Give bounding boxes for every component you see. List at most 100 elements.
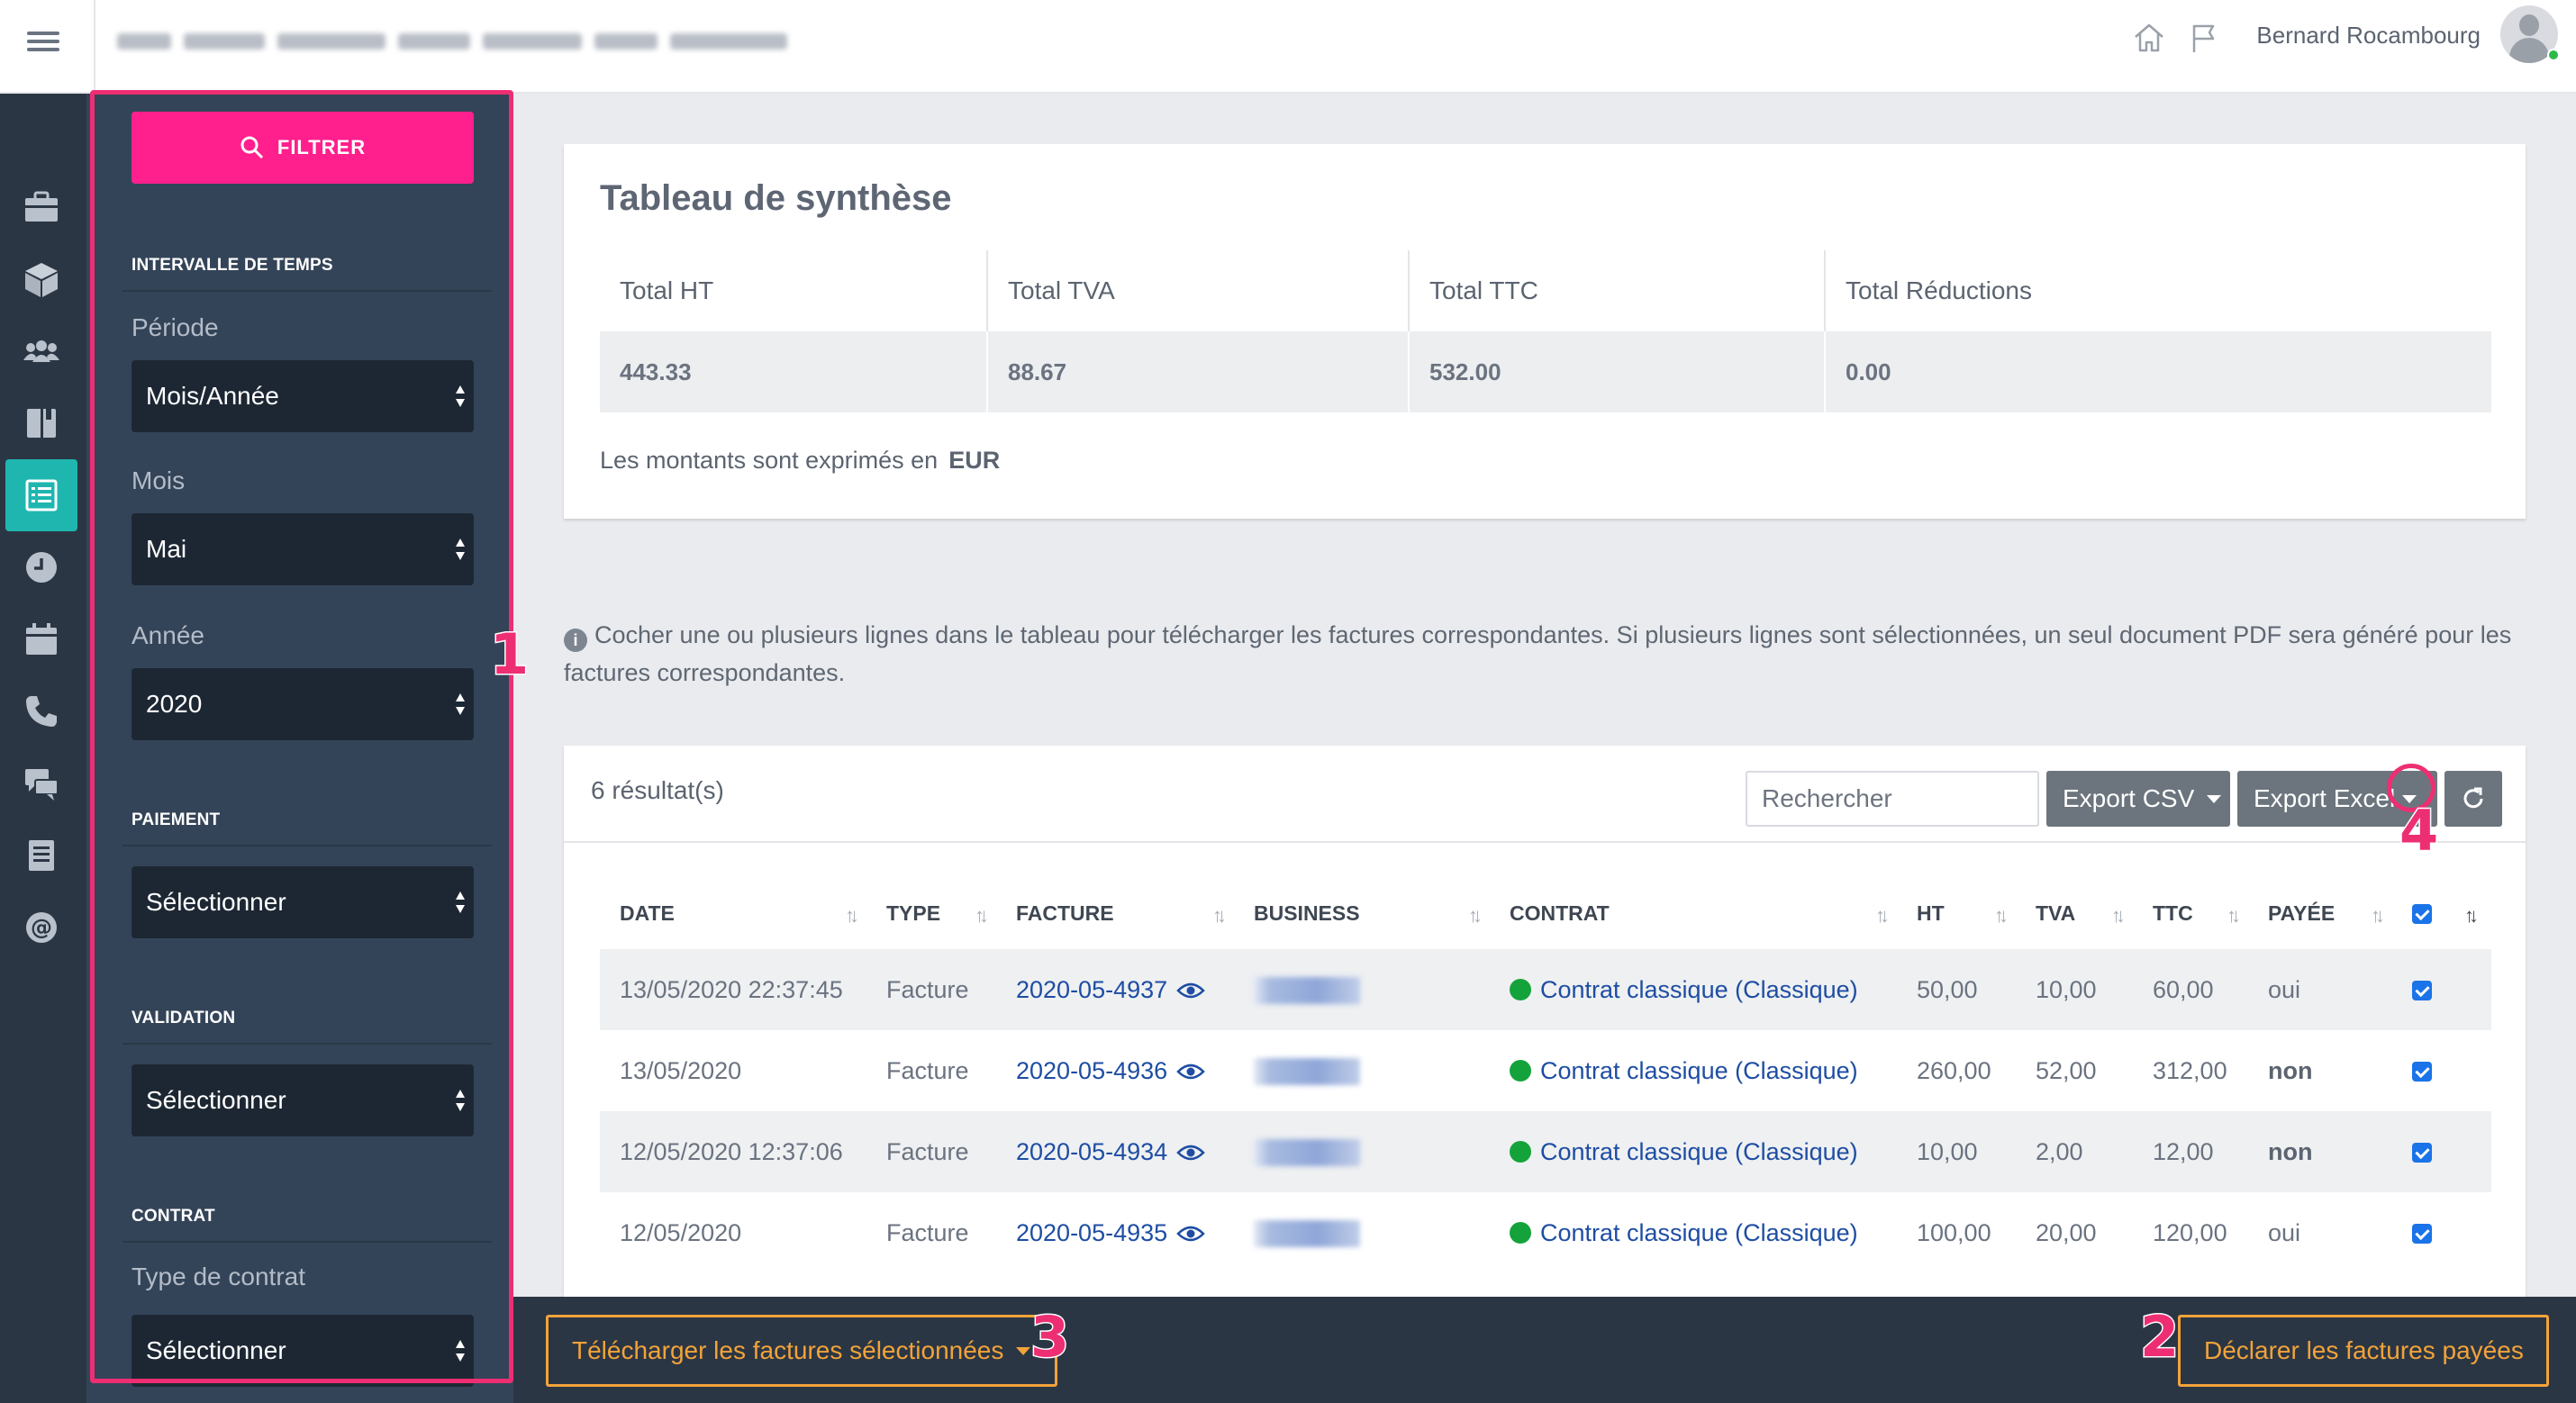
annee-select[interactable]: 2020	[132, 668, 474, 740]
cell-contrat[interactable]: Contrat classique (Classique)	[1490, 1192, 1897, 1273]
row-checkbox[interactable]	[2412, 1224, 2432, 1245]
home-icon[interactable]	[2131, 20, 2167, 56]
column-header-facture[interactable]: FACTURE ↑↓	[996, 877, 1234, 949]
type-contrat-select[interactable]: Sélectionner	[132, 1315, 474, 1387]
status-dot-icon	[1510, 1059, 1531, 1082]
flag-icon[interactable]	[2185, 20, 2221, 56]
cell-contrat[interactable]: Contrat classique (Classique)	[1490, 949, 1897, 1030]
periode-value: Mois/Année	[146, 382, 279, 410]
column-header-date[interactable]: DATE ↑↓	[600, 877, 866, 949]
contract-link[interactable]: Contrat classique (Classique)	[1540, 976, 1858, 1003]
calendar-icon[interactable]	[5, 603, 77, 675]
info-note: i Cocher une ou plusieurs lignes dans le …	[564, 616, 2527, 692]
select-arrows-icon	[456, 1340, 465, 1362]
search-input[interactable]	[1746, 771, 2039, 827]
cell-select[interactable]	[2392, 1192, 2491, 1273]
paiement-select[interactable]: Sélectionner	[132, 866, 474, 938]
section-payment: PAIEMENT	[132, 810, 221, 829]
document-icon[interactable]	[5, 819, 77, 892]
cell-payee: oui	[2268, 1218, 2301, 1246]
table-row[interactable]: 12/05/2020 Facture 2020-05-4935 Contrat …	[600, 1192, 2491, 1273]
cell-contrat[interactable]: Contrat classique (Classique)	[1490, 1030, 1897, 1111]
column-header-type[interactable]: TYPE ↑↓	[866, 877, 996, 949]
contract-link[interactable]: Contrat classique (Classique)	[1540, 1138, 1858, 1165]
annotation-number-1: 1	[488, 620, 530, 689]
top-bar: Bernard Rocambourg	[0, 0, 2576, 94]
export-csv-button[interactable]: Export CSV	[2046, 771, 2230, 827]
row-checkbox[interactable]	[2412, 1062, 2432, 1082]
cell-select[interactable]	[2392, 1030, 2491, 1111]
mois-value: Mai	[146, 535, 187, 563]
cell-type: Facture	[866, 1111, 996, 1192]
blurred-business-name	[1254, 976, 1360, 1004]
invoice-link[interactable]: 2020-05-4934	[1016, 1138, 1167, 1165]
eye-icon[interactable]	[1176, 982, 1205, 1000]
select-arrows-icon	[456, 693, 465, 715]
chat-icon[interactable]	[5, 747, 77, 819]
clock-icon[interactable]	[5, 531, 77, 603]
chevron-down-icon	[1016, 1346, 1031, 1355]
annotation-number-4: 4	[2398, 797, 2439, 865]
table-row[interactable]: 13/05/2020 22:37:45 Facture 2020-05-4937…	[600, 949, 2491, 1030]
cube-icon[interactable]	[5, 243, 77, 315]
cell-select[interactable]	[2392, 949, 2491, 1030]
divider	[564, 841, 2526, 843]
select-all-checkbox[interactable]	[2412, 904, 2432, 925]
cell-facture[interactable]: 2020-05-4937	[996, 949, 1234, 1030]
list-icon[interactable]	[5, 459, 77, 531]
annotation-number-3: 3	[1029, 1303, 1070, 1371]
cell-type: Facture	[866, 949, 996, 1030]
column-header-select-all[interactable]: ↑↓	[2392, 877, 2491, 949]
users-icon[interactable]	[5, 315, 77, 387]
filter-button[interactable]: FILTRER	[132, 112, 474, 184]
row-checkbox[interactable]	[2412, 981, 2432, 1001]
contract-link[interactable]: Contrat classique (Classique)	[1540, 1219, 1858, 1246]
periode-select[interactable]: Mois/Année	[132, 360, 474, 432]
summary-value-reductions: 0.00	[1825, 331, 2491, 412]
summary-header-ht: Total HT	[600, 250, 988, 331]
phone-icon[interactable]	[5, 675, 77, 747]
column-header-tva[interactable]: TVA ↑↓	[2016, 877, 2133, 949]
mois-select[interactable]: Mai	[132, 513, 474, 585]
at-sign-icon[interactable]: @	[5, 892, 77, 964]
book-icon[interactable]	[5, 387, 77, 459]
download-selected-invoices-button[interactable]: Télécharger les factures sélectionnées	[546, 1315, 1057, 1387]
invoice-link[interactable]: 2020-05-4937	[1016, 976, 1167, 1003]
cell-payee: non	[2268, 1056, 2313, 1084]
refresh-button[interactable]	[2444, 771, 2502, 827]
icon-rail: @	[0, 94, 86, 1403]
cell-select[interactable]	[2392, 1111, 2491, 1192]
table-row[interactable]: 12/05/2020 12:37:06 Facture 2020-05-4934…	[600, 1111, 2491, 1192]
cell-facture[interactable]: 2020-05-4935	[996, 1192, 1234, 1273]
filter-panel: FILTRER INTERVALLE DE TEMPS Période Mois…	[86, 94, 513, 1403]
column-header-business[interactable]: BUSINESS ↑↓	[1234, 877, 1490, 949]
cell-facture[interactable]: 2020-05-4934	[996, 1111, 1234, 1192]
cell-date: 13/05/2020	[620, 1056, 742, 1084]
column-header-ht[interactable]: HT ↑↓	[1897, 877, 2016, 949]
eye-icon[interactable]	[1176, 1225, 1205, 1243]
cell-payee: non	[2248, 1111, 2392, 1192]
validation-select[interactable]: Sélectionner	[132, 1064, 474, 1136]
column-header-payee[interactable]: PAYÉE ↑↓	[2248, 877, 2392, 949]
menu-icon[interactable]	[27, 27, 59, 59]
declare-paid-invoices-button[interactable]: Déclarer les factures payées	[2178, 1315, 2549, 1387]
eye-icon[interactable]	[1176, 1063, 1205, 1081]
contract-link[interactable]: Contrat classique (Classique)	[1540, 1057, 1858, 1084]
briefcase-icon[interactable]	[5, 171, 77, 243]
type-contrat-value: Sélectionner	[146, 1336, 286, 1364]
select-arrows-icon	[456, 892, 465, 913]
cell-tva: 10,00	[2016, 949, 2133, 1030]
eye-icon[interactable]	[1176, 1144, 1205, 1162]
table-row[interactable]: 13/05/2020 Facture 2020-05-4936 Contrat …	[600, 1030, 2491, 1111]
invoice-link[interactable]: 2020-05-4935	[1016, 1219, 1167, 1246]
user-name[interactable]: Bernard Rocambourg	[2256, 22, 2481, 50]
column-header-ttc[interactable]: TTC ↑↓	[2133, 877, 2248, 949]
column-header-contrat[interactable]: CONTRAT ↑↓	[1490, 877, 1897, 949]
row-checkbox[interactable]	[2412, 1143, 2432, 1163]
cell-contrat[interactable]: Contrat classique (Classique)	[1490, 1111, 1897, 1192]
section-time-interval: INTERVALLE DE TEMPS	[132, 256, 333, 275]
cell-facture[interactable]: 2020-05-4936	[996, 1030, 1234, 1111]
invoice-link[interactable]: 2020-05-4936	[1016, 1057, 1167, 1084]
currency-code: EUR	[948, 447, 1001, 474]
summary-header-ttc: Total TTC	[1409, 250, 1826, 331]
